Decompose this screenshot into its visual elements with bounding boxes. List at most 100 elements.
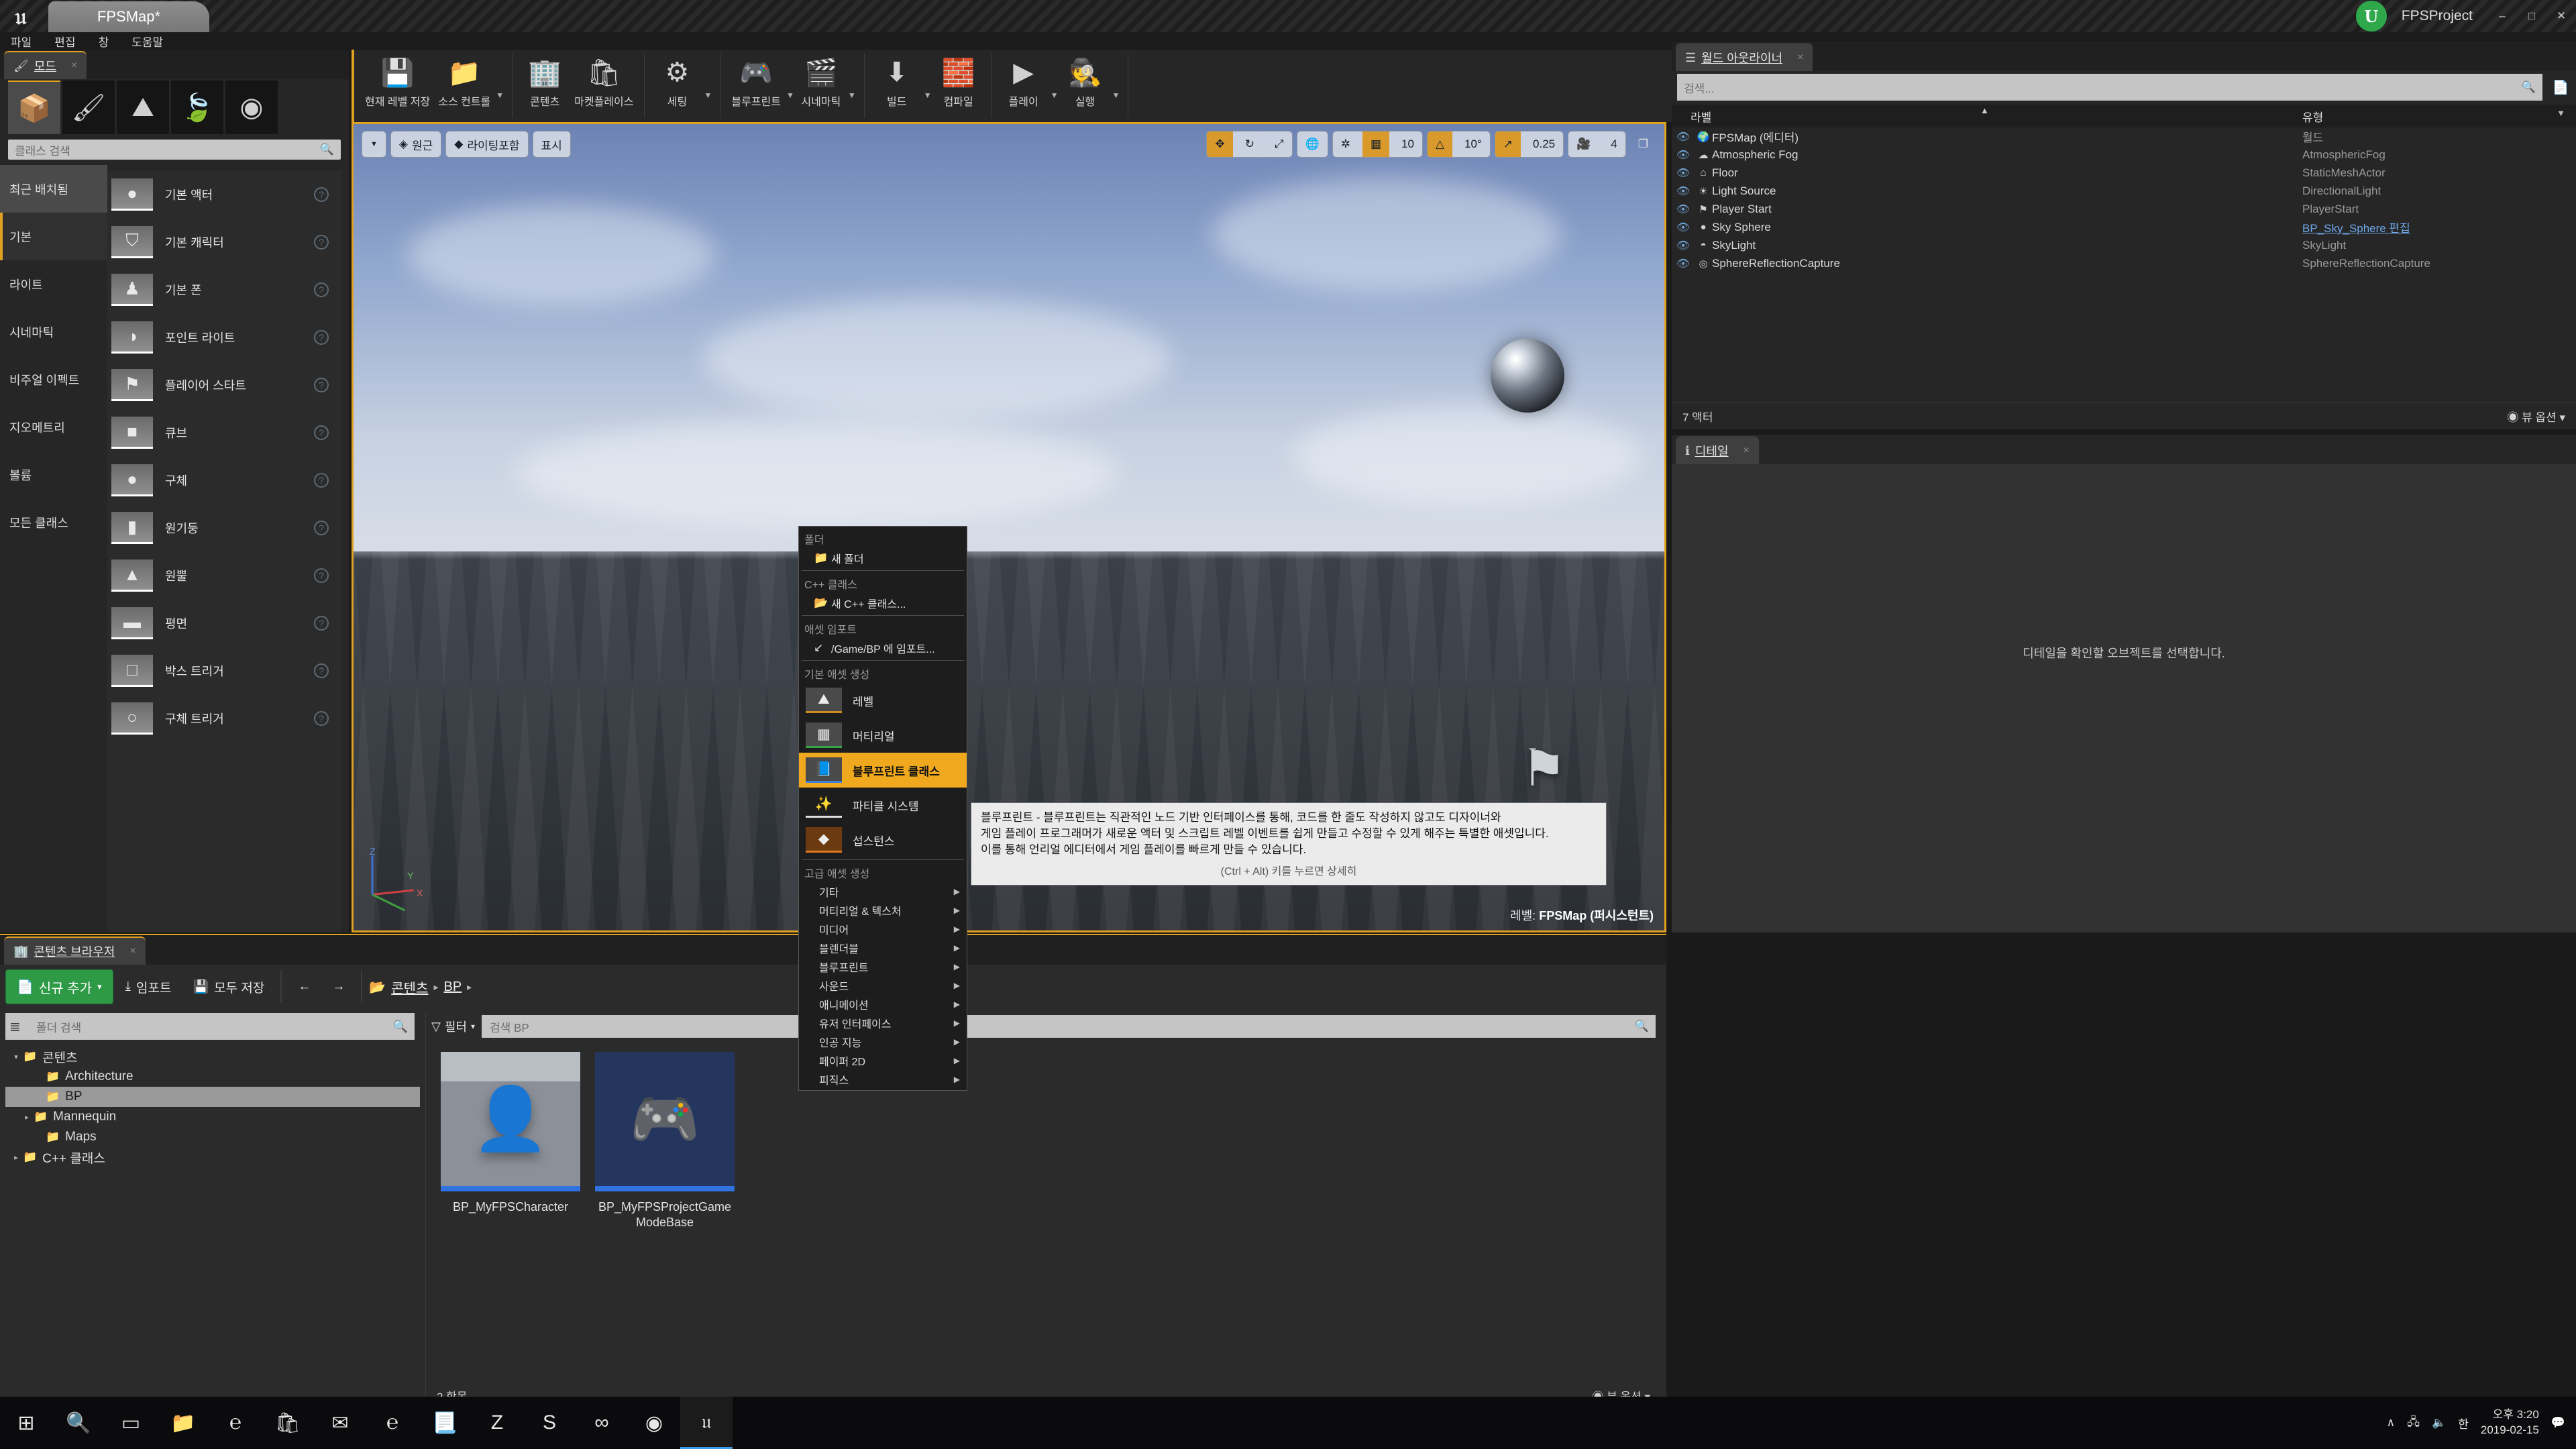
chevron-right-icon[interactable]: ▸	[467, 981, 472, 993]
show-flags-button[interactable]: 표시	[532, 131, 571, 158]
settings-caret-icon[interactable]: ▼	[704, 72, 712, 100]
category-cinematic[interactable]: 시네마틱	[0, 308, 107, 356]
source-control-button[interactable]: 📁 소스 컨트롤	[434, 54, 494, 109]
clock[interactable]: 오후 3:20 2019-02-15	[2481, 1407, 2539, 1438]
breadcrumb-item-bp[interactable]: BP	[443, 979, 462, 995]
outliner-tab-close-icon[interactable]: ×	[1797, 52, 1803, 64]
category-basic[interactable]: 기본	[0, 213, 107, 260]
list-item[interactable]: ▬ 평면 ?	[107, 599, 342, 647]
asset-item-gamemode[interactable]: 🎮 BP_MyFPSProjectGame ModeBase	[595, 1052, 735, 1230]
content-button[interactable]: 🏢 콘텐츠	[519, 54, 570, 109]
visibility-eye-icon[interactable]: 👁	[1672, 166, 1695, 180]
list-item[interactable]: ⚑ 플레이어 스타트 ?	[107, 361, 342, 409]
list-item[interactable]: ▮ 원기둥 ?	[107, 504, 342, 551]
tray-arrow-icon[interactable]: ∧	[2387, 1416, 2395, 1430]
submenu-item-media[interactable]: 미디어 ▶	[799, 920, 967, 938]
scale-icon[interactable]: ⤢	[1267, 131, 1292, 157]
submenu-item-user-interface[interactable]: 유저 인터페이스 ▶	[799, 1014, 967, 1032]
breadcrumb-item-content[interactable]: 콘텐츠	[391, 977, 428, 997]
explorer-icon[interactable]: 📁	[157, 1397, 209, 1449]
visibility-eye-icon[interactable]: 👁	[1672, 257, 1695, 270]
tree-item-maps[interactable]: 📁 Maps	[5, 1127, 420, 1147]
submenu-item-artificial-intelligence[interactable]: 인공 지능 ▶	[799, 1032, 967, 1051]
help-icon[interactable]: ?	[314, 472, 329, 488]
help-icon[interactable]: ?	[314, 663, 329, 678]
task-view-button[interactable]: ▭	[105, 1397, 157, 1449]
angle-snap-value[interactable]: 10°	[1456, 131, 1490, 157]
category-lights[interactable]: 라이트	[0, 260, 107, 308]
play-button[interactable]: ▶ 플레이	[998, 54, 1049, 109]
filter-button[interactable]: ▽ 필터 ▾	[431, 1018, 475, 1035]
category-all-classes[interactable]: 모든 클래스	[0, 498, 107, 546]
landscape-mode-icon[interactable]: ⛰	[117, 80, 169, 134]
outliner-search-input[interactable]: 검색... 🔍	[1677, 74, 2542, 101]
category-volumes[interactable]: 볼륨	[0, 451, 107, 498]
list-item[interactable]: ⛉ 기본 캐릭터 ?	[107, 218, 342, 266]
notepad-icon[interactable]: 📃	[419, 1397, 471, 1449]
view-perspective-button[interactable]: ◈ 원근	[390, 131, 442, 158]
geometry-mode-icon[interactable]: ◉	[225, 80, 278, 134]
unreal-icon[interactable]: 𝔲	[680, 1397, 733, 1449]
volume-icon[interactable]: 🔈	[2432, 1416, 2446, 1430]
menu-item-file[interactable]: 파일	[11, 33, 32, 50]
tree-item-content[interactable]: ▾ 📁 콘텐츠	[5, 1046, 420, 1067]
chevron-right-icon[interactable]: ▸	[20, 1113, 34, 1122]
cinematics-button[interactable]: 🎬 시네마틱	[796, 54, 847, 109]
map-tab[interactable]: FPSMap*	[48, 1, 209, 32]
menu-item-edit[interactable]: 편집	[54, 33, 75, 50]
source-control-caret-icon[interactable]: ▼	[496, 72, 504, 100]
play-caret-icon[interactable]: ▼	[1051, 72, 1059, 100]
help-icon[interactable]: ?	[314, 377, 329, 392]
table-row[interactable]: 👁 ⚑ Player Start PlayerStart	[1672, 200, 2576, 218]
zoom-icon[interactable]: Z	[471, 1397, 523, 1449]
menu-item-new-folder[interactable]: 📁 새 폴더	[799, 548, 967, 568]
modes-tab[interactable]: 🖌 모드 ×	[4, 51, 87, 79]
visibility-eye-icon[interactable]: 👁	[1672, 148, 1695, 162]
grid-snap-value[interactable]: 10	[1393, 131, 1422, 157]
list-item[interactable]: ▲ 원뿔 ?	[107, 551, 342, 599]
camera-speed-value[interactable]: 4	[1603, 131, 1625, 157]
help-icon[interactable]: ?	[314, 282, 329, 297]
save-current-level-button[interactable]: 💾 현재 레벨 저장	[361, 54, 434, 109]
tree-item-bp[interactable]: 📁 BP	[5, 1087, 420, 1107]
category-geometry[interactable]: 지오메트리	[0, 403, 107, 451]
help-icon[interactable]: ?	[314, 329, 329, 345]
marketplace-button[interactable]: 🛍 마켓플레이스	[570, 54, 637, 109]
settings-button[interactable]: ⚙ 세팅	[651, 54, 702, 109]
submenu-item-animation[interactable]: 애니메이션 ▶	[799, 995, 967, 1014]
help-icon[interactable]: ?	[314, 568, 329, 583]
viewport-options-button[interactable]: ▼	[362, 131, 386, 158]
blueprint-button[interactable]: 🎮 블루프린트	[727, 54, 785, 109]
launch-caret-icon[interactable]: ▼	[1112, 72, 1120, 100]
menu-item-create-blueprint-class[interactable]: 📘 블루프린트 클래스	[799, 753, 967, 788]
details-tab[interactable]: ℹ 디테일 ×	[1676, 436, 1759, 464]
menu-item-help[interactable]: 도움말	[131, 33, 163, 50]
grid-snap-icon[interactable]: ▦	[1362, 131, 1390, 157]
list-item[interactable]: ○ 구체 트리거 ?	[107, 694, 342, 742]
minimize-button[interactable]: –	[2487, 4, 2517, 28]
translate-icon[interactable]: ✥	[1207, 131, 1233, 157]
table-row[interactable]: 👁 ☀ Light Source DirectionalLight	[1672, 182, 2576, 200]
skype-icon[interactable]: S	[523, 1397, 576, 1449]
list-item[interactable]: ● 기본 액터 ?	[107, 170, 342, 218]
table-row[interactable]: 👁 ⌂ Floor StaticMeshActor	[1672, 164, 2576, 182]
close-button[interactable]: ✕	[2546, 4, 2576, 28]
visual-studio-icon[interactable]: ∞	[576, 1397, 628, 1449]
build-caret-icon[interactable]: ▼	[924, 72, 932, 100]
nav-forward-button[interactable]: →	[323, 969, 354, 1004]
foliage-mode-icon[interactable]: 🍃	[171, 80, 223, 134]
filter-icon[interactable]: ▼	[2557, 108, 2565, 118]
coordinate-system-icon[interactable]: 🌐	[1296, 131, 1328, 158]
tree-toggle-icon[interactable]: ≣	[9, 1018, 21, 1035]
outliner-tab[interactable]: ☰ 월드 아웃라이너 ×	[1676, 43, 1813, 71]
angle-snap-icon[interactable]: △	[1427, 131, 1453, 157]
menu-item-create-particle-system[interactable]: ✨ 파티클 시스템	[799, 788, 967, 822]
submenu-item-blueprints[interactable]: 블루프린트 ▶	[799, 957, 967, 976]
menu-item-import-asset[interactable]: ↙ /Game/BP 에 임포트...	[799, 638, 967, 658]
scale-snap-icon[interactable]: ↗	[1495, 131, 1521, 157]
nav-back-button[interactable]: ←	[288, 969, 320, 1004]
chrome-icon[interactable]: ◉	[628, 1397, 680, 1449]
table-row[interactable]: 👁 ◓ SkyLight SkyLight	[1672, 236, 2576, 254]
submenu-item-blendables[interactable]: 블렌더블 ▶	[799, 938, 967, 957]
list-item[interactable]: ● 구체 ?	[107, 456, 342, 504]
